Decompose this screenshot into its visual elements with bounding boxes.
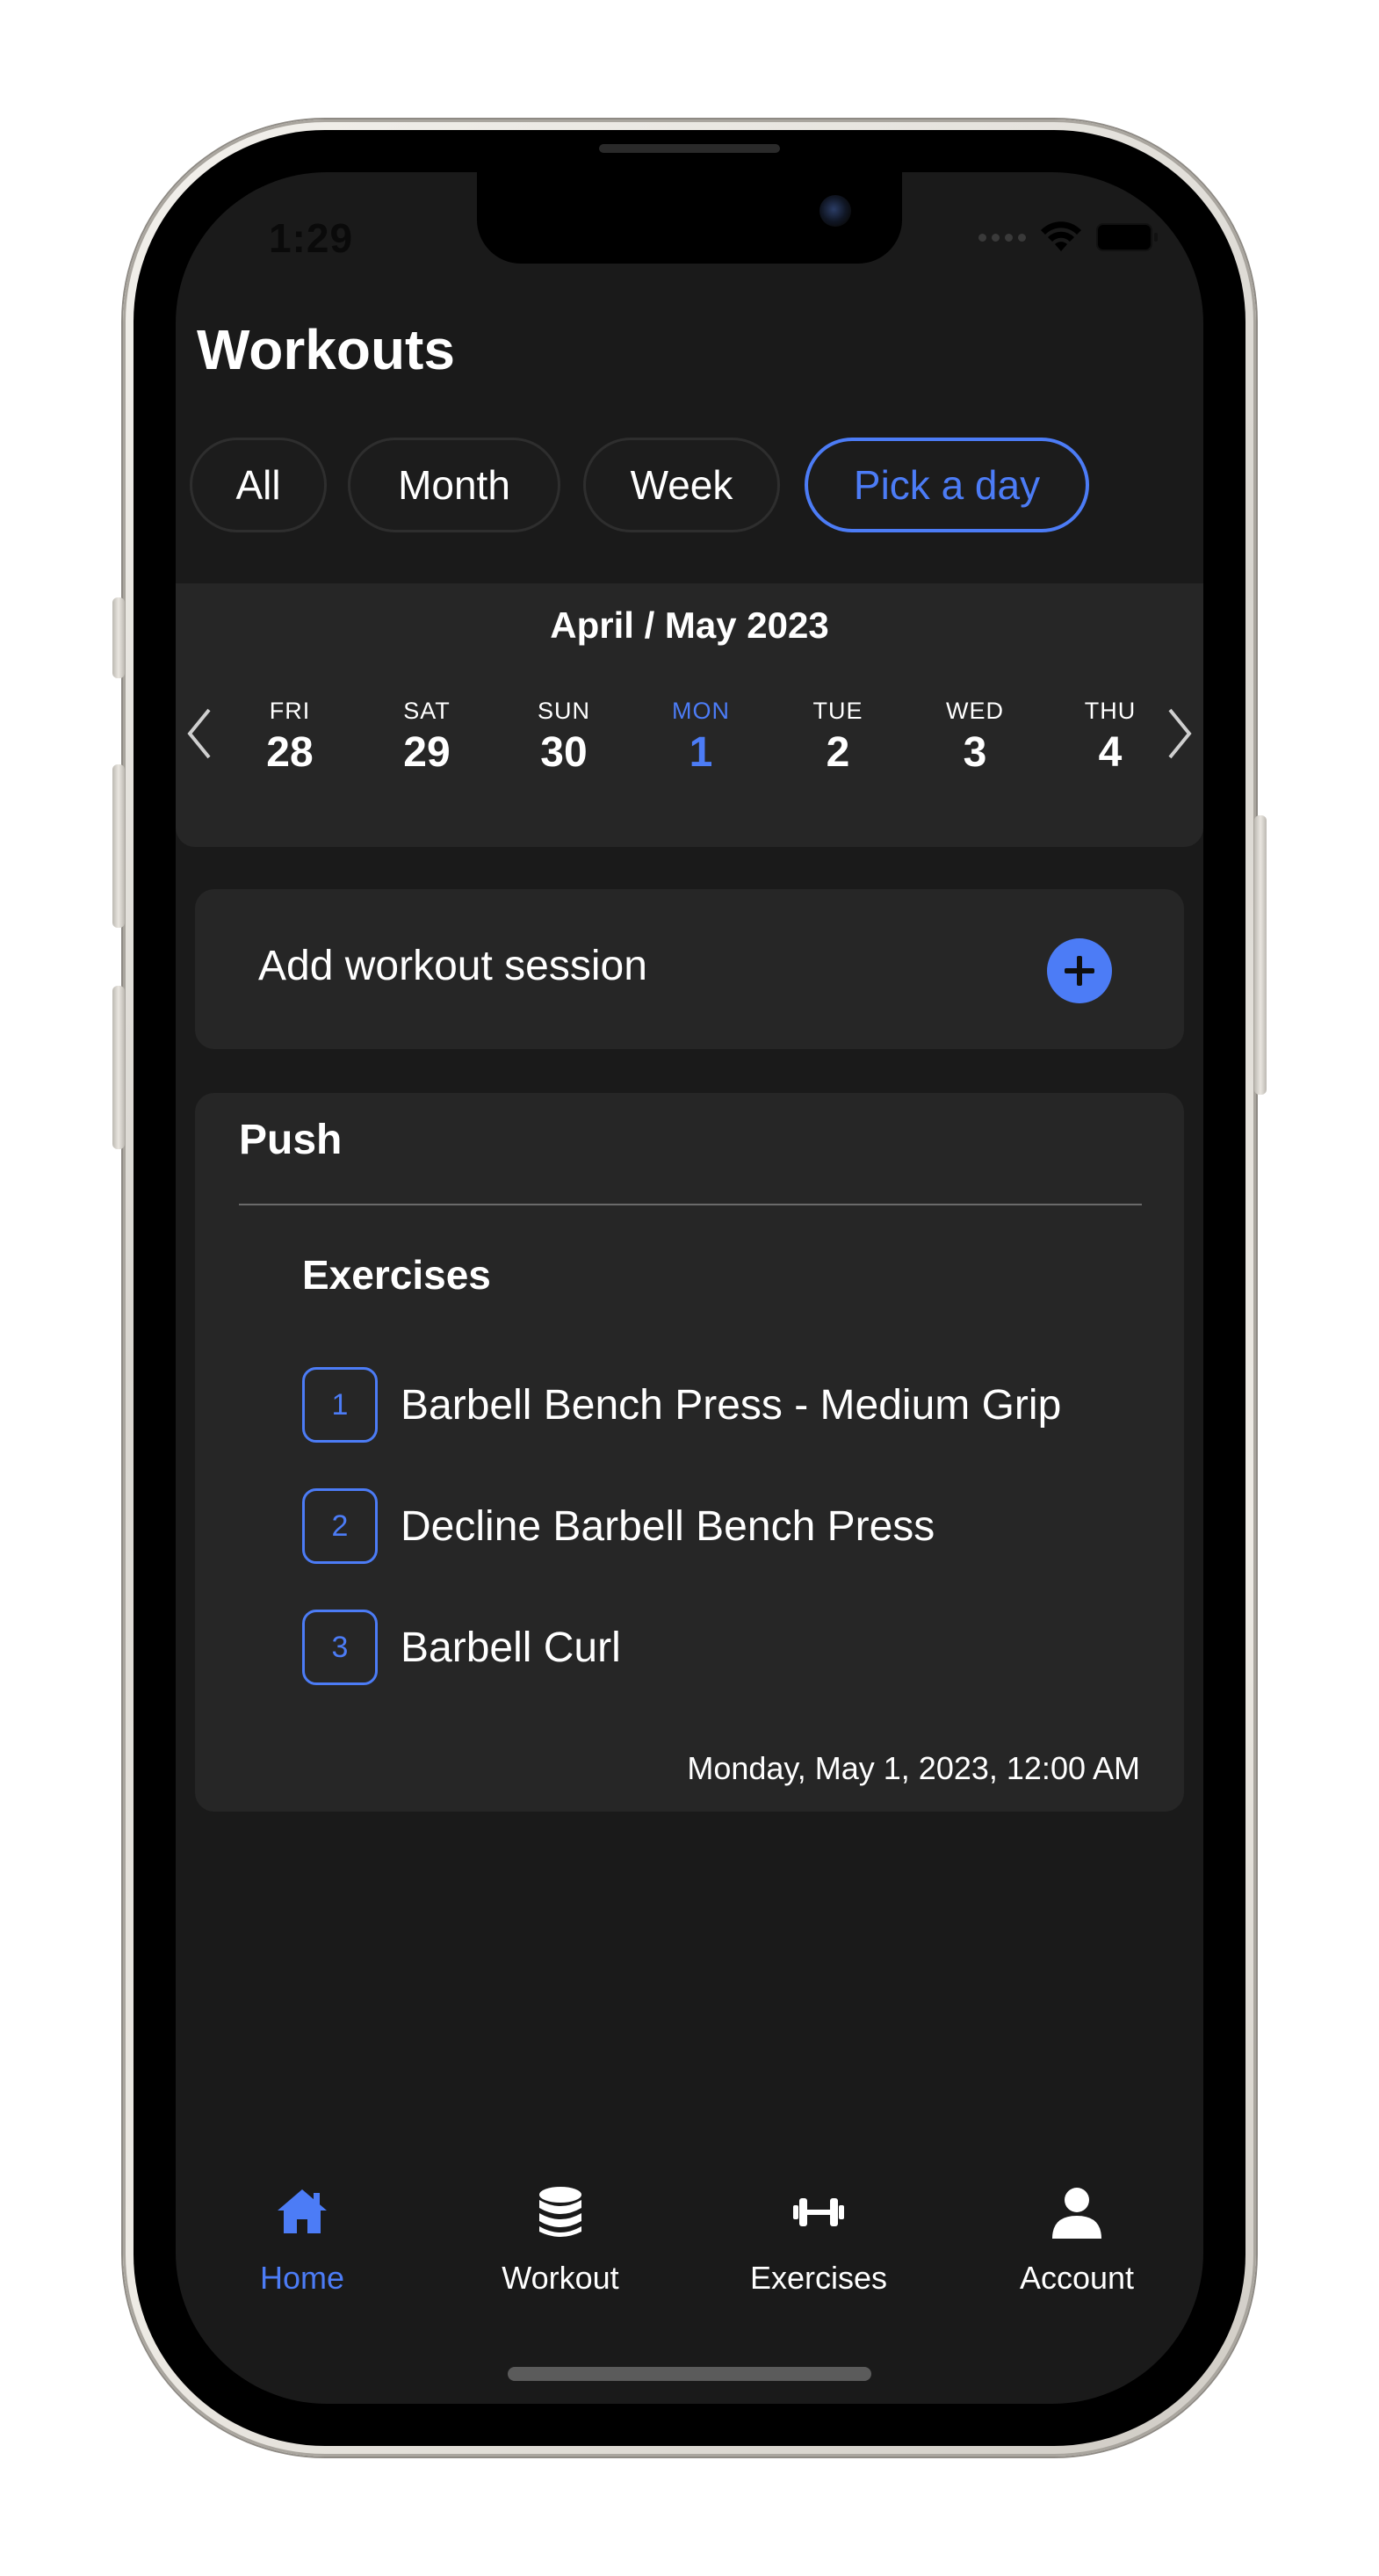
exercise-index: 3 <box>302 1610 378 1685</box>
home-icon <box>278 2189 327 2233</box>
day-number: 3 <box>963 729 987 776</box>
calendar-day[interactable]: FRI 28 <box>237 698 343 777</box>
workout-date: Monday, May 1, 2023, 12:00 AM <box>687 1750 1140 1786</box>
exercise-item[interactable]: 1 Barbell Bench Press - Medium Grip <box>302 1365 1061 1444</box>
day-number: 2 <box>826 729 850 776</box>
status-time: 1:29 <box>269 215 354 261</box>
exercise-name: Barbell Curl <box>401 1624 621 1671</box>
week-calendar: April / May 2023 FRI 28 SAT 29 SUN 30 MO… <box>176 583 1203 847</box>
divider <box>239 1204 1142 1205</box>
calendar-day[interactable]: SAT 29 <box>374 698 480 777</box>
calendar-day[interactable]: WED 3 <box>922 698 1028 777</box>
wifi-icon <box>1041 221 1081 251</box>
add-workout-session-card[interactable]: Add workout session <box>195 889 1184 1049</box>
notch <box>477 172 902 264</box>
chevron-right-icon[interactable] <box>1161 705 1196 763</box>
calendar-day[interactable]: SUN 30 <box>511 698 617 777</box>
exercises-heading: Exercises <box>302 1252 491 1298</box>
app-screen: 1:29 Workouts All Month Week Pick a day <box>176 172 1203 2404</box>
tab-bar: Home Workout Exercises Account <box>176 2184 1203 2342</box>
exercise-name: Decline Barbell Bench Press <box>401 1502 935 1550</box>
day-number: 4 <box>1098 729 1123 776</box>
earpiece-speaker <box>599 144 780 153</box>
workout-name: Push <box>239 1117 343 1163</box>
silent-switch <box>112 597 125 678</box>
user-icon <box>1052 2188 1101 2239</box>
day-of-week: TUE <box>812 698 863 724</box>
day-of-week: SAT <box>403 698 451 724</box>
exercise-index: 2 <box>302 1488 378 1564</box>
add-session-label: Add workout session <box>258 943 647 989</box>
exercise-item[interactable]: 3 Barbell Curl <box>302 1608 621 1687</box>
filter-month[interactable]: Month <box>348 438 560 532</box>
day-of-week: THU <box>1084 698 1137 724</box>
filter-pick-a-day[interactable]: Pick a day <box>805 438 1089 532</box>
status-icons <box>978 221 1158 253</box>
tab-workout[interactable]: Workout <box>464 2184 657 2297</box>
volume-up-button <box>112 764 125 928</box>
tab-exercises[interactable]: Exercises <box>722 2184 915 2297</box>
exercise-name: Barbell Bench Press - Medium Grip <box>401 1381 1062 1429</box>
device-mockup: 1:29 Workouts All Month Week Pick a day <box>0 0 1379 2576</box>
day-of-week: FRI <box>269 698 311 724</box>
volume-down-button <box>112 986 125 1149</box>
tab-label: Home <box>259 2260 345 2296</box>
filter-all[interactable]: All <box>190 438 327 532</box>
database-icon <box>539 2187 581 2237</box>
dumbbell-icon <box>793 2198 844 2226</box>
day-number: 28 <box>266 729 314 776</box>
day-number: 1 <box>689 729 713 776</box>
exercise-item[interactable]: 2 Decline Barbell Bench Press <box>302 1487 935 1566</box>
workout-card[interactable]: Push Exercises 1 Barbell Bench Press - M… <box>195 1093 1184 1812</box>
filter-week[interactable]: Week <box>583 438 780 532</box>
page-title: Workouts <box>197 318 455 381</box>
cellular-signal-icon <box>978 233 1026 242</box>
power-button <box>1254 815 1267 1095</box>
tab-label: Account <box>1019 2260 1135 2296</box>
battery-icon <box>1096 223 1158 251</box>
day-of-week: WED <box>946 698 1004 724</box>
tab-label: Workout <box>502 2260 619 2296</box>
calendar-title: April / May 2023 <box>550 604 829 646</box>
calendar-day-selected[interactable]: MON 1 <box>648 698 754 777</box>
calendar-day[interactable]: THU 4 <box>1058 698 1163 777</box>
exercise-index: 1 <box>302 1367 378 1443</box>
plus-circle-icon[interactable] <box>1047 938 1112 1003</box>
day-number: 29 <box>403 729 451 776</box>
tab-account[interactable]: Account <box>980 2184 1173 2297</box>
front-camera <box>819 195 851 227</box>
day-of-week: SUN <box>537 698 590 724</box>
tab-label: Exercises <box>749 2260 888 2296</box>
calendar-day[interactable]: TUE 2 <box>785 698 891 777</box>
chevron-left-icon[interactable] <box>183 705 218 763</box>
tab-home[interactable]: Home <box>206 2184 399 2297</box>
day-of-week: MON <box>672 698 730 724</box>
home-indicator[interactable] <box>508 2367 871 2381</box>
day-number: 30 <box>540 729 588 776</box>
